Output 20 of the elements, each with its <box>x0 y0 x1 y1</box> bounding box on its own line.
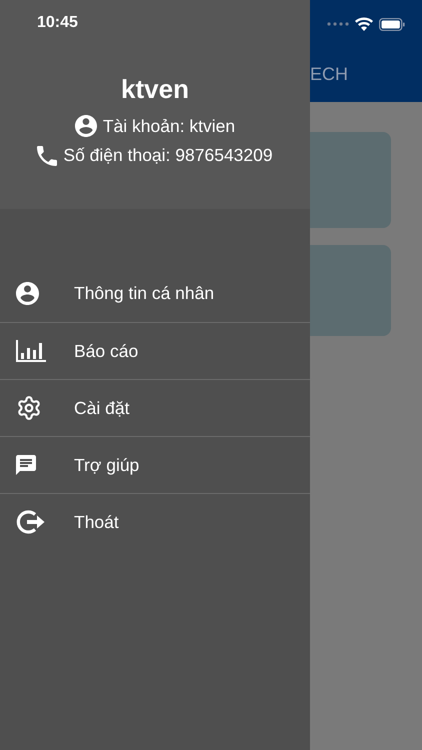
status-time: 10:45 <box>37 14 78 32</box>
phone-icon <box>37 146 58 166</box>
menu-item[interactable]: Trợ giúp <box>0 436 310 493</box>
menu-item[interactable]: Thoát <box>0 493 310 550</box>
logout-icon <box>16 509 46 535</box>
phone-text: Số điện thoại: 9876543209 <box>63 145 273 166</box>
app-title: ECH <box>310 64 350 85</box>
bar-chart-icon <box>16 340 46 362</box>
account-text: Tài khoản: ktvien <box>102 116 236 136</box>
account-icon <box>74 115 97 137</box>
settings-icon <box>16 395 42 421</box>
signal-icon <box>327 22 349 26</box>
battery-icon <box>379 18 405 30</box>
chat-icon <box>16 455 36 475</box>
user-name: ktven <box>121 74 189 105</box>
menu-item[interactable]: Thông tin cá nhân <box>0 265 310 322</box>
menu-item[interactable]: Báo cáo <box>0 322 310 379</box>
wifi-icon <box>355 17 373 31</box>
menu-item[interactable]: Cài đặt <box>0 379 310 436</box>
account-icon <box>16 282 39 305</box>
